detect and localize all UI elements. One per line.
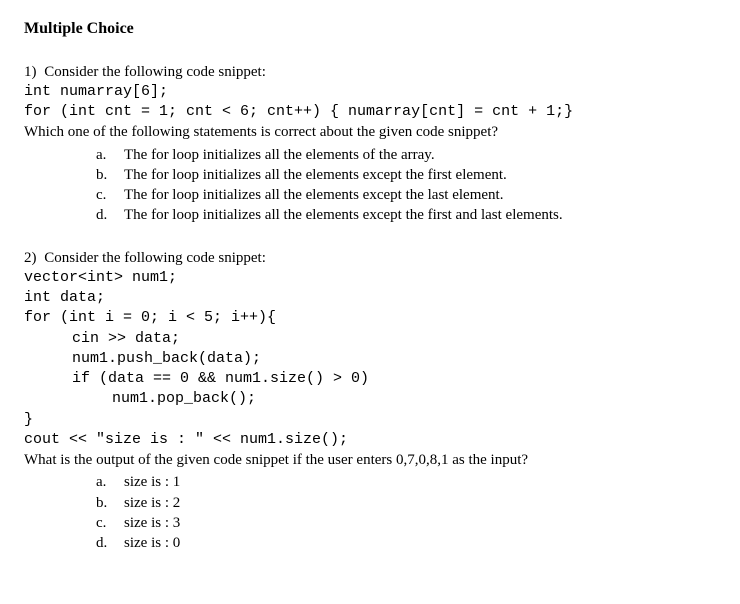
option-text: The for loop initializes all the element… — [124, 185, 503, 205]
q2-option-d[interactable]: d. size is : 0 — [96, 533, 716, 553]
option-text: size is : 3 — [124, 513, 180, 533]
option-letter: a. — [96, 145, 110, 165]
q2-code-line2: int data; — [24, 288, 716, 308]
q2-code-line1: vector<int> num1; — [24, 268, 716, 288]
q2-stem-line: 2) Consider the following code snippet: — [24, 248, 716, 268]
q1-code-line1: int numarray[6]; — [24, 82, 716, 102]
section-heading: Multiple Choice — [24, 18, 716, 40]
q1-option-b[interactable]: b. The for loop initializes all the elem… — [96, 165, 716, 185]
option-text: The for loop initializes all the element… — [124, 145, 435, 165]
option-text: size is : 2 — [124, 493, 180, 513]
q2-options: a. size is : 1 b. size is : 2 c. size is… — [96, 472, 716, 553]
q1-number: 1) — [24, 64, 37, 80]
q2-stem: Consider the following code snippet: — [40, 250, 266, 266]
q1-option-d[interactable]: d. The for loop initializes all the elem… — [96, 205, 716, 225]
q2-number: 2) — [24, 250, 37, 266]
q2-code-line5: num1.push_back(data); — [72, 349, 716, 369]
option-letter: b. — [96, 493, 110, 513]
option-text: size is : 0 — [124, 533, 180, 553]
q2-code-line9: cout << "size is : " << num1.size(); — [24, 430, 716, 450]
q2-prompt: What is the output of the given code sni… — [24, 450, 716, 470]
q2-option-c[interactable]: c. size is : 3 — [96, 513, 716, 533]
option-letter: d. — [96, 533, 110, 553]
option-text: The for loop initializes all the element… — [124, 205, 563, 225]
q2-option-b[interactable]: b. size is : 2 — [96, 493, 716, 513]
option-text: size is : 1 — [124, 472, 180, 492]
q2-code-line3: for (int i = 0; i < 5; i++){ — [24, 308, 716, 328]
q2-code-line4: cin >> data; — [72, 329, 716, 349]
q2-code-line7: num1.pop_back(); — [112, 389, 716, 409]
q2-option-a[interactable]: a. size is : 1 — [96, 472, 716, 492]
q1-stem-line: 1) Consider the following code snippet: — [24, 62, 716, 82]
q2-code-line8: } — [24, 410, 716, 430]
option-letter: c. — [96, 513, 110, 533]
question-2: 2) Consider the following code snippet: … — [24, 248, 716, 554]
q1-options: a. The for loop initializes all the elem… — [96, 145, 716, 226]
question-1: 1) Consider the following code snippet: … — [24, 62, 716, 226]
option-letter: d. — [96, 205, 110, 225]
q1-option-c[interactable]: c. The for loop initializes all the elem… — [96, 185, 716, 205]
option-letter: c. — [96, 185, 110, 205]
q1-option-a[interactable]: a. The for loop initializes all the elem… — [96, 145, 716, 165]
option-letter: a. — [96, 472, 110, 492]
option-letter: b. — [96, 165, 110, 185]
q1-prompt: Which one of the following statements is… — [24, 122, 716, 142]
q1-code-line2: for (int cnt = 1; cnt < 6; cnt++) { numa… — [24, 102, 716, 122]
q1-stem: Consider the following code snippet: — [40, 64, 266, 80]
q2-code-line6: if (data == 0 && num1.size() > 0) — [72, 369, 716, 389]
option-text: The for loop initializes all the element… — [124, 165, 507, 185]
